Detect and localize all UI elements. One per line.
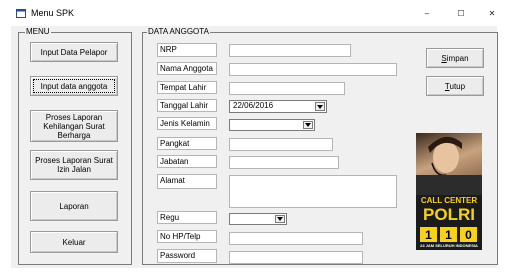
password-label: Password (157, 249, 217, 263)
maximize-button[interactable]: ☐ (446, 4, 476, 22)
nrp-input[interactable] (229, 44, 351, 57)
data-anggota-frame-title: DATA ANGGOTA (147, 27, 210, 37)
no-hp-input[interactable] (229, 232, 363, 245)
tanggal-lahir-dropdown[interactable] (315, 102, 325, 111)
nrp-label: NRP (157, 43, 217, 57)
pangkat-input[interactable] (229, 138, 333, 151)
maximize-icon: ☐ (457, 8, 465, 18)
close-button[interactable]: ✕ (477, 4, 505, 22)
regu-dropdown[interactable] (275, 215, 285, 223)
operator-photo (416, 133, 482, 195)
poster-digit: 1 (440, 227, 457, 242)
call-center-polri-image: CALL CENTER POLRI 1 1 0 24 JAM SELURUH I… (416, 133, 482, 250)
tanggal-lahir-label: Tanggal Lahir (157, 99, 217, 112)
minimize-button[interactable]: – (412, 4, 442, 22)
tutup-button[interactable]: Tutup (426, 76, 484, 96)
minimize-icon: – (424, 8, 430, 18)
close-icon: ✕ (488, 8, 496, 18)
jabatan-input[interactable] (229, 156, 339, 169)
title-bar[interactable]: Menu SPK – ☐ ✕ (0, 0, 505, 26)
alamat-textarea[interactable] (229, 175, 397, 208)
menu-frame-title: MENU (25, 27, 51, 37)
jenis-kelamin-dropdown[interactable] (303, 121, 313, 129)
poster-digit: 0 (460, 227, 477, 242)
alamat-label: Alamat (157, 174, 217, 189)
tanggal-lahir-value: 22/06/2016 (233, 101, 274, 110)
tempat-lahir-input[interactable] (229, 82, 345, 95)
jenis-kelamin-label: Jenis Kelamin (157, 117, 217, 130)
no-hp-label: No HP/Telp (157, 230, 217, 243)
keluar-button[interactable]: Keluar (30, 231, 118, 253)
simpan-label: Simpan (441, 53, 469, 63)
poster-tagline: 24 JAM SELURUH INDONESIA (420, 243, 478, 248)
password-input[interactable] (229, 251, 363, 264)
chevron-down-icon (305, 123, 311, 127)
spk-window: Menu SPK – ☐ ✕ MENU Input Data Pelapor I… (0, 0, 505, 272)
proses-laporan-izin-jalan-button[interactable]: Proses Laporan Surat Izin Jalan (30, 150, 118, 180)
poster-line1: CALL CENTER (420, 196, 478, 205)
laporan-button[interactable]: Laporan (30, 191, 118, 221)
simpan-button[interactable]: Simpan (426, 48, 484, 68)
nama-anggota-input[interactable] (229, 63, 397, 76)
jenis-kelamin-select[interactable] (229, 119, 315, 131)
nama-anggota-label: Nama Anggota (157, 62, 217, 75)
chevron-down-icon (277, 217, 283, 221)
proses-laporan-kehilangan-button[interactable]: Proses Laporan Kehilangan Surat Berharga (30, 110, 118, 142)
tutup-label: Tutup (444, 81, 466, 91)
input-data-pelapor-button[interactable]: Input Data Pelapor (30, 42, 118, 62)
poster-line2: POLRI (423, 205, 475, 224)
regu-label: Regu (157, 211, 217, 224)
input-data-anggota-button[interactable]: Input data anggota (30, 76, 118, 96)
tempat-lahir-label: Tempat Lahir (157, 81, 217, 94)
tanggal-lahir-picker[interactable]: 22/06/2016 (229, 100, 327, 113)
poster-digit: 1 (420, 227, 437, 242)
app-icon (16, 9, 26, 18)
pangkat-label: Pangkat (157, 137, 217, 150)
window-title: Menu SPK (31, 8, 75, 18)
regu-select[interactable] (229, 213, 287, 225)
chevron-down-icon (317, 104, 323, 109)
jabatan-label: Jabatan (157, 155, 217, 168)
